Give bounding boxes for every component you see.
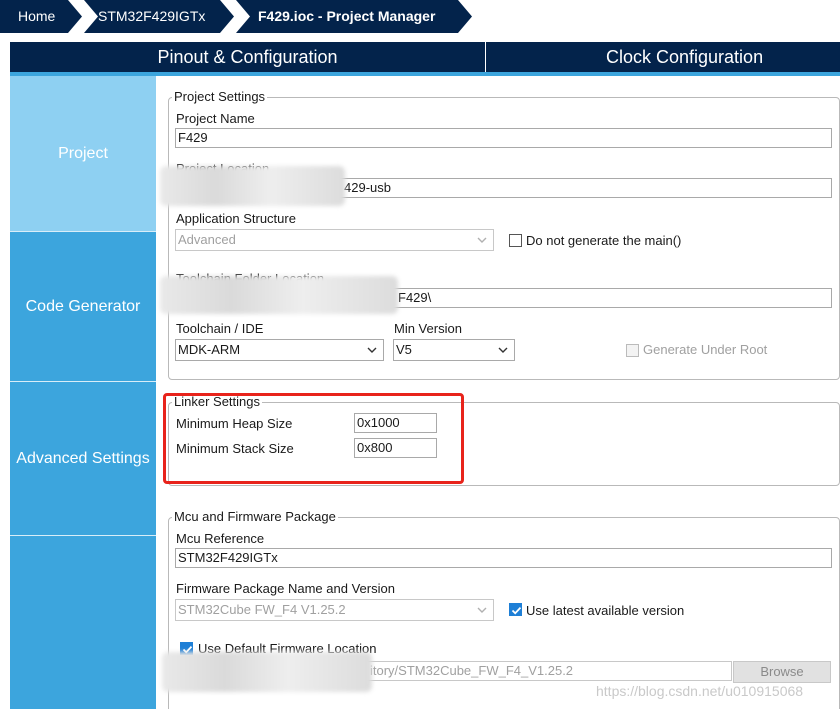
mcu-firmware-legend: Mcu and Firmware Package bbox=[172, 509, 338, 524]
browse-button[interactable]: Browse bbox=[733, 661, 831, 683]
min-version-select[interactable]: V5 bbox=[393, 339, 515, 361]
checkmark-icon bbox=[511, 606, 522, 615]
firmware-package-select[interactable]: STM32Cube FW_F4 V1.25.2 bbox=[175, 599, 494, 621]
sidebar-item-project[interactable]: Project bbox=[10, 76, 156, 231]
do-not-generate-main-checkbox[interactable] bbox=[509, 234, 522, 247]
tab-clock-configuration[interactable]: Clock Configuration bbox=[486, 42, 840, 72]
firmware-package-value: STM32Cube FW_F4 V1.25.2 bbox=[178, 602, 346, 617]
toolchain-ide-label: Toolchain / IDE bbox=[176, 321, 264, 336]
sidebar-divider bbox=[10, 535, 156, 536]
sidebar: Project Code Generator Advanced Settings bbox=[10, 76, 156, 709]
main-tabs: Pinout & Configuration Clock Configurati… bbox=[10, 42, 840, 72]
application-structure-label: Application Structure bbox=[176, 211, 296, 226]
breadcrumb-device[interactable]: STM32F429IGTx bbox=[84, 0, 234, 33]
linker-highlight-box bbox=[163, 393, 464, 484]
application-structure-value: Advanced bbox=[178, 232, 236, 247]
redacted-path-blur bbox=[162, 652, 372, 692]
mcu-reference-label: Mcu Reference bbox=[176, 531, 265, 546]
redacted-path-blur bbox=[160, 166, 345, 206]
use-latest-version-checkbox[interactable] bbox=[509, 603, 522, 616]
chevron-down-icon bbox=[367, 347, 377, 353]
project-name-input[interactable]: F429 bbox=[175, 128, 832, 148]
chevron-down-icon bbox=[477, 237, 487, 243]
min-version-label: Min Version bbox=[394, 321, 462, 336]
do-not-generate-main-label: Do not generate the main() bbox=[526, 233, 682, 248]
mcu-reference-input[interactable]: STM32F429IGTx bbox=[175, 548, 832, 568]
breadcrumb: Home STM32F429IGTx F429.ioc - Project Ma… bbox=[0, 0, 840, 33]
breadcrumb-current[interactable]: F429.ioc - Project Manager bbox=[236, 0, 472, 33]
generate-under-root-checkbox[interactable] bbox=[626, 344, 639, 357]
sidebar-item-code-generator[interactable]: Code Generator bbox=[10, 232, 156, 382]
toolchain-ide-select[interactable]: MDK-ARM bbox=[175, 339, 384, 361]
tab-pinout-configuration[interactable]: Pinout & Configuration bbox=[10, 42, 485, 72]
watermark-text: https://blog.csdn.net/u010915068 bbox=[596, 683, 804, 699]
project-settings-legend: Project Settings bbox=[172, 89, 268, 104]
redacted-path-blur bbox=[160, 276, 398, 314]
firmware-package-label: Firmware Package Name and Version bbox=[176, 581, 395, 596]
generate-under-root-label: Generate Under Root bbox=[643, 342, 768, 357]
use-latest-version-label: Use latest available version bbox=[526, 603, 685, 618]
breadcrumb-home[interactable]: Home bbox=[0, 0, 82, 33]
sidebar-item-advanced-settings[interactable]: Advanced Settings bbox=[10, 382, 156, 535]
chevron-down-icon bbox=[498, 347, 508, 353]
min-version-value: V5 bbox=[396, 342, 412, 357]
chevron-down-icon bbox=[477, 607, 487, 613]
toolchain-ide-value: MDK-ARM bbox=[178, 342, 241, 357]
project-name-label: Project Name bbox=[176, 111, 255, 126]
application-structure-select[interactable]: Advanced bbox=[175, 229, 494, 251]
